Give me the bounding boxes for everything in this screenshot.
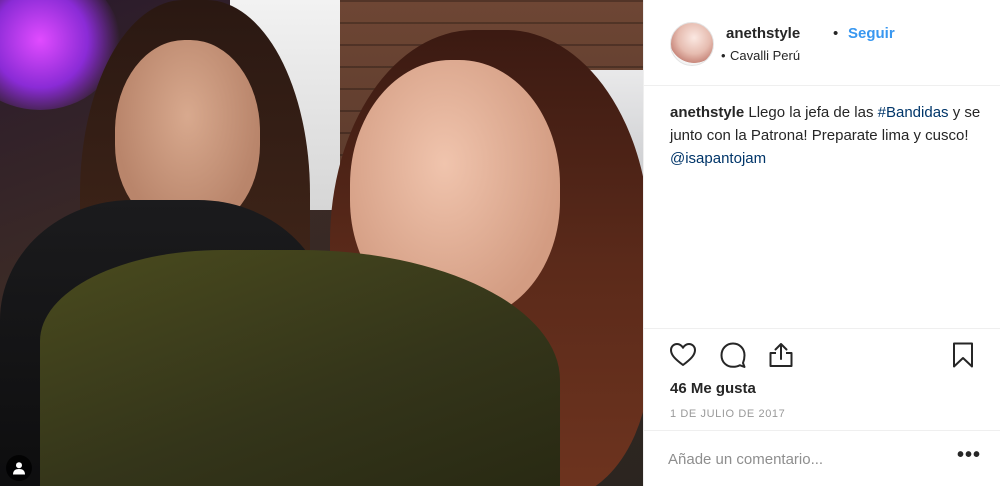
save-button[interactable]	[948, 340, 978, 370]
instagram-post: anethstyle • Seguir • Cavalli Perú aneth…	[0, 0, 1000, 486]
follow-button[interactable]: Seguir	[848, 25, 895, 42]
username-link[interactable]: anethstyle	[726, 25, 800, 42]
share-upload-icon	[769, 343, 793, 367]
location-bullet: •	[721, 48, 726, 63]
post-date: 1 DE JULIO DE 2017	[670, 408, 786, 420]
bookmark-icon	[953, 342, 973, 368]
heart-icon	[670, 343, 696, 366]
hashtag-link[interactable]: #Bandidas	[878, 104, 949, 121]
post-photo[interactable]	[0, 0, 643, 486]
mention-link[interactable]: @isapantojam	[670, 150, 766, 167]
comment-bar: •••	[644, 430, 1000, 486]
like-button[interactable]	[668, 340, 698, 370]
post-header: anethstyle • Seguir • Cavalli Perú	[644, 0, 1000, 86]
comment-input[interactable]	[668, 447, 938, 471]
post-sidebar: anethstyle • Seguir • Cavalli Perú aneth…	[643, 0, 1000, 486]
likes-count[interactable]: 46 Me gusta	[670, 380, 756, 397]
caption-text-1: Llego la jefa de las	[744, 104, 878, 121]
location-link[interactable]: Cavalli Perú	[730, 48, 800, 63]
user-silhouette-icon	[13, 462, 25, 475]
post-actions: 46 Me gusta 1 DE JULIO DE 2017	[644, 328, 1000, 438]
header-separator: •	[833, 25, 839, 42]
caption-username-link[interactable]: anethstyle	[670, 104, 744, 121]
comment-button[interactable]	[718, 340, 748, 370]
more-options-button[interactable]: •••	[954, 445, 984, 471]
post-caption: anethstyle Llego la jefa de las #Bandida…	[670, 101, 986, 170]
avatar[interactable]	[670, 22, 714, 66]
user-tag-button[interactable]	[6, 455, 32, 481]
share-button[interactable]	[766, 340, 796, 370]
comment-bubble-icon	[720, 342, 746, 368]
